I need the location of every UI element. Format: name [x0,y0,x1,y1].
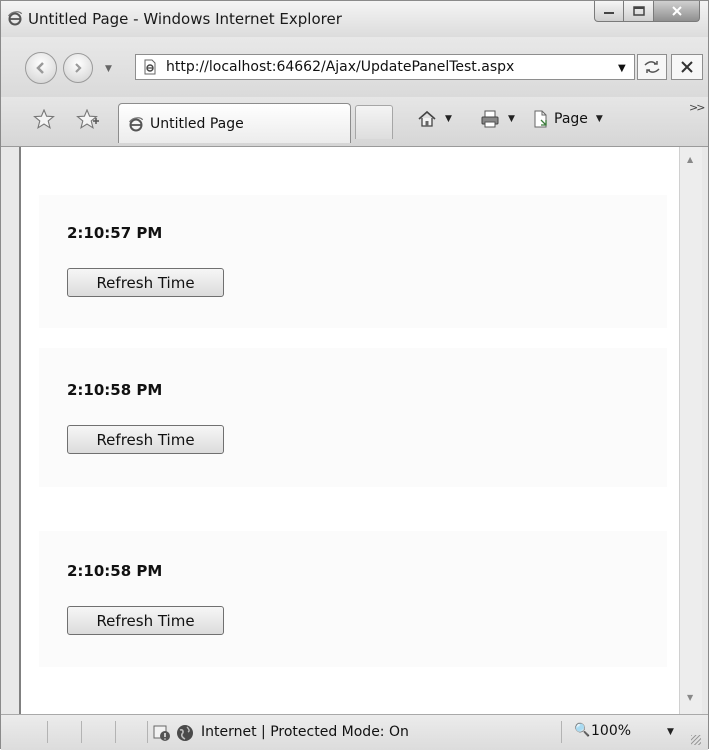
refresh-time-button[interactable]: Refresh Time [67,606,224,635]
page-content: 2:10:57 PM Refresh Time 2:10:58 PM Refre… [19,147,679,714]
forward-icon [75,63,82,73]
window-controls [594,1,700,23]
page-icon [144,59,156,75]
stop-icon [681,61,693,73]
status-divider [47,721,48,743]
back-button[interactable] [25,52,57,84]
update-panel-2: 2:10:58 PM Refresh Time [39,348,667,487]
internet-globe-icon [177,725,193,741]
refresh-icon [644,61,660,73]
tab-bar: Untitled Page ▼ ▼ Page ▼ >> [1,97,708,147]
address-dropdown[interactable]: ▼ [618,63,626,74]
browser-window: Untitled Page - Windows Internet Explore… [0,0,709,750]
maximize-icon [632,6,645,16]
time-label: 2:10:58 PM [67,381,163,399]
print-icon [481,110,499,128]
title-bar: Untitled Page - Windows Internet Explore… [1,1,708,37]
refresh-button[interactable] [637,54,667,80]
chevron-down-icon[interactable]: ▼ [667,727,674,737]
scroll-up-icon[interactable]: ▲ [687,155,693,164]
time-label: 2:10:58 PM [67,562,163,580]
update-panel-1: 2:10:57 PM Refresh Time [39,195,667,328]
chevron-down-icon: ▼ [595,114,603,124]
more-commands-icon[interactable]: >> [689,101,706,114]
tab-label: Untitled Page [150,116,244,132]
page-menu-icon [534,110,547,128]
status-divider [147,721,148,743]
add-favorites-icon[interactable] [76,109,100,129]
minimize-icon [604,12,614,14]
status-bar: Internet | Protected Mode: On 🔍 100% ▼ [1,714,708,750]
back-icon [36,62,44,74]
chevron-down-icon: ▼ [508,114,515,124]
address-url: http://localhost:64662/Ajax/UpdatePanelT… [166,59,515,75]
home-button[interactable]: ▼ [417,109,452,129]
protected-mode-icon[interactable] [153,724,171,742]
security-zone-label[interactable]: Internet | Protected Mode: On [201,724,409,740]
resize-grip[interactable] [691,735,701,745]
time-label: 2:10:57 PM [67,224,163,242]
page-menu[interactable]: Page ▼ [532,109,603,129]
zoom-level[interactable]: 100% [591,723,631,739]
print-button[interactable]: ▼ [480,109,515,129]
navigation-bar: ▼ http://localhost:64662/Ajax/UpdatePane… [1,37,708,97]
window-title: Untitled Page - Windows Internet Explore… [28,10,342,28]
status-divider [81,721,82,743]
update-panel-3: 2:10:58 PM Refresh Time [39,531,667,667]
vertical-scrollbar[interactable]: ▲ ▼ [679,147,702,714]
status-divider [115,721,116,743]
favorites-star-icon[interactable] [33,109,55,129]
zoom-icon[interactable]: 🔍 [574,723,590,738]
forward-button[interactable] [63,53,93,83]
page-menu-label: Page [554,111,588,127]
ie-logo-icon [128,117,144,132]
stop-button[interactable] [671,54,703,80]
close-icon [671,6,682,16]
close-button[interactable] [654,1,700,22]
refresh-time-button[interactable]: Refresh Time [67,425,224,454]
scroll-down-icon[interactable]: ▼ [687,693,693,702]
recent-pages-dropdown[interactable]: ▼ [105,64,112,74]
address-bar[interactable]: http://localhost:64662/Ajax/UpdatePanelT… [135,54,635,80]
refresh-time-button[interactable]: Refresh Time [67,268,224,297]
status-divider [561,721,562,743]
ie-logo-icon [7,11,23,26]
maximize-button[interactable] [624,1,654,22]
tab-untitled-page[interactable]: Untitled Page [118,103,351,143]
home-icon [418,110,436,127]
minimize-button[interactable] [594,1,624,22]
new-tab-button[interactable] [355,105,393,139]
chevron-down-icon: ▼ [445,114,452,124]
